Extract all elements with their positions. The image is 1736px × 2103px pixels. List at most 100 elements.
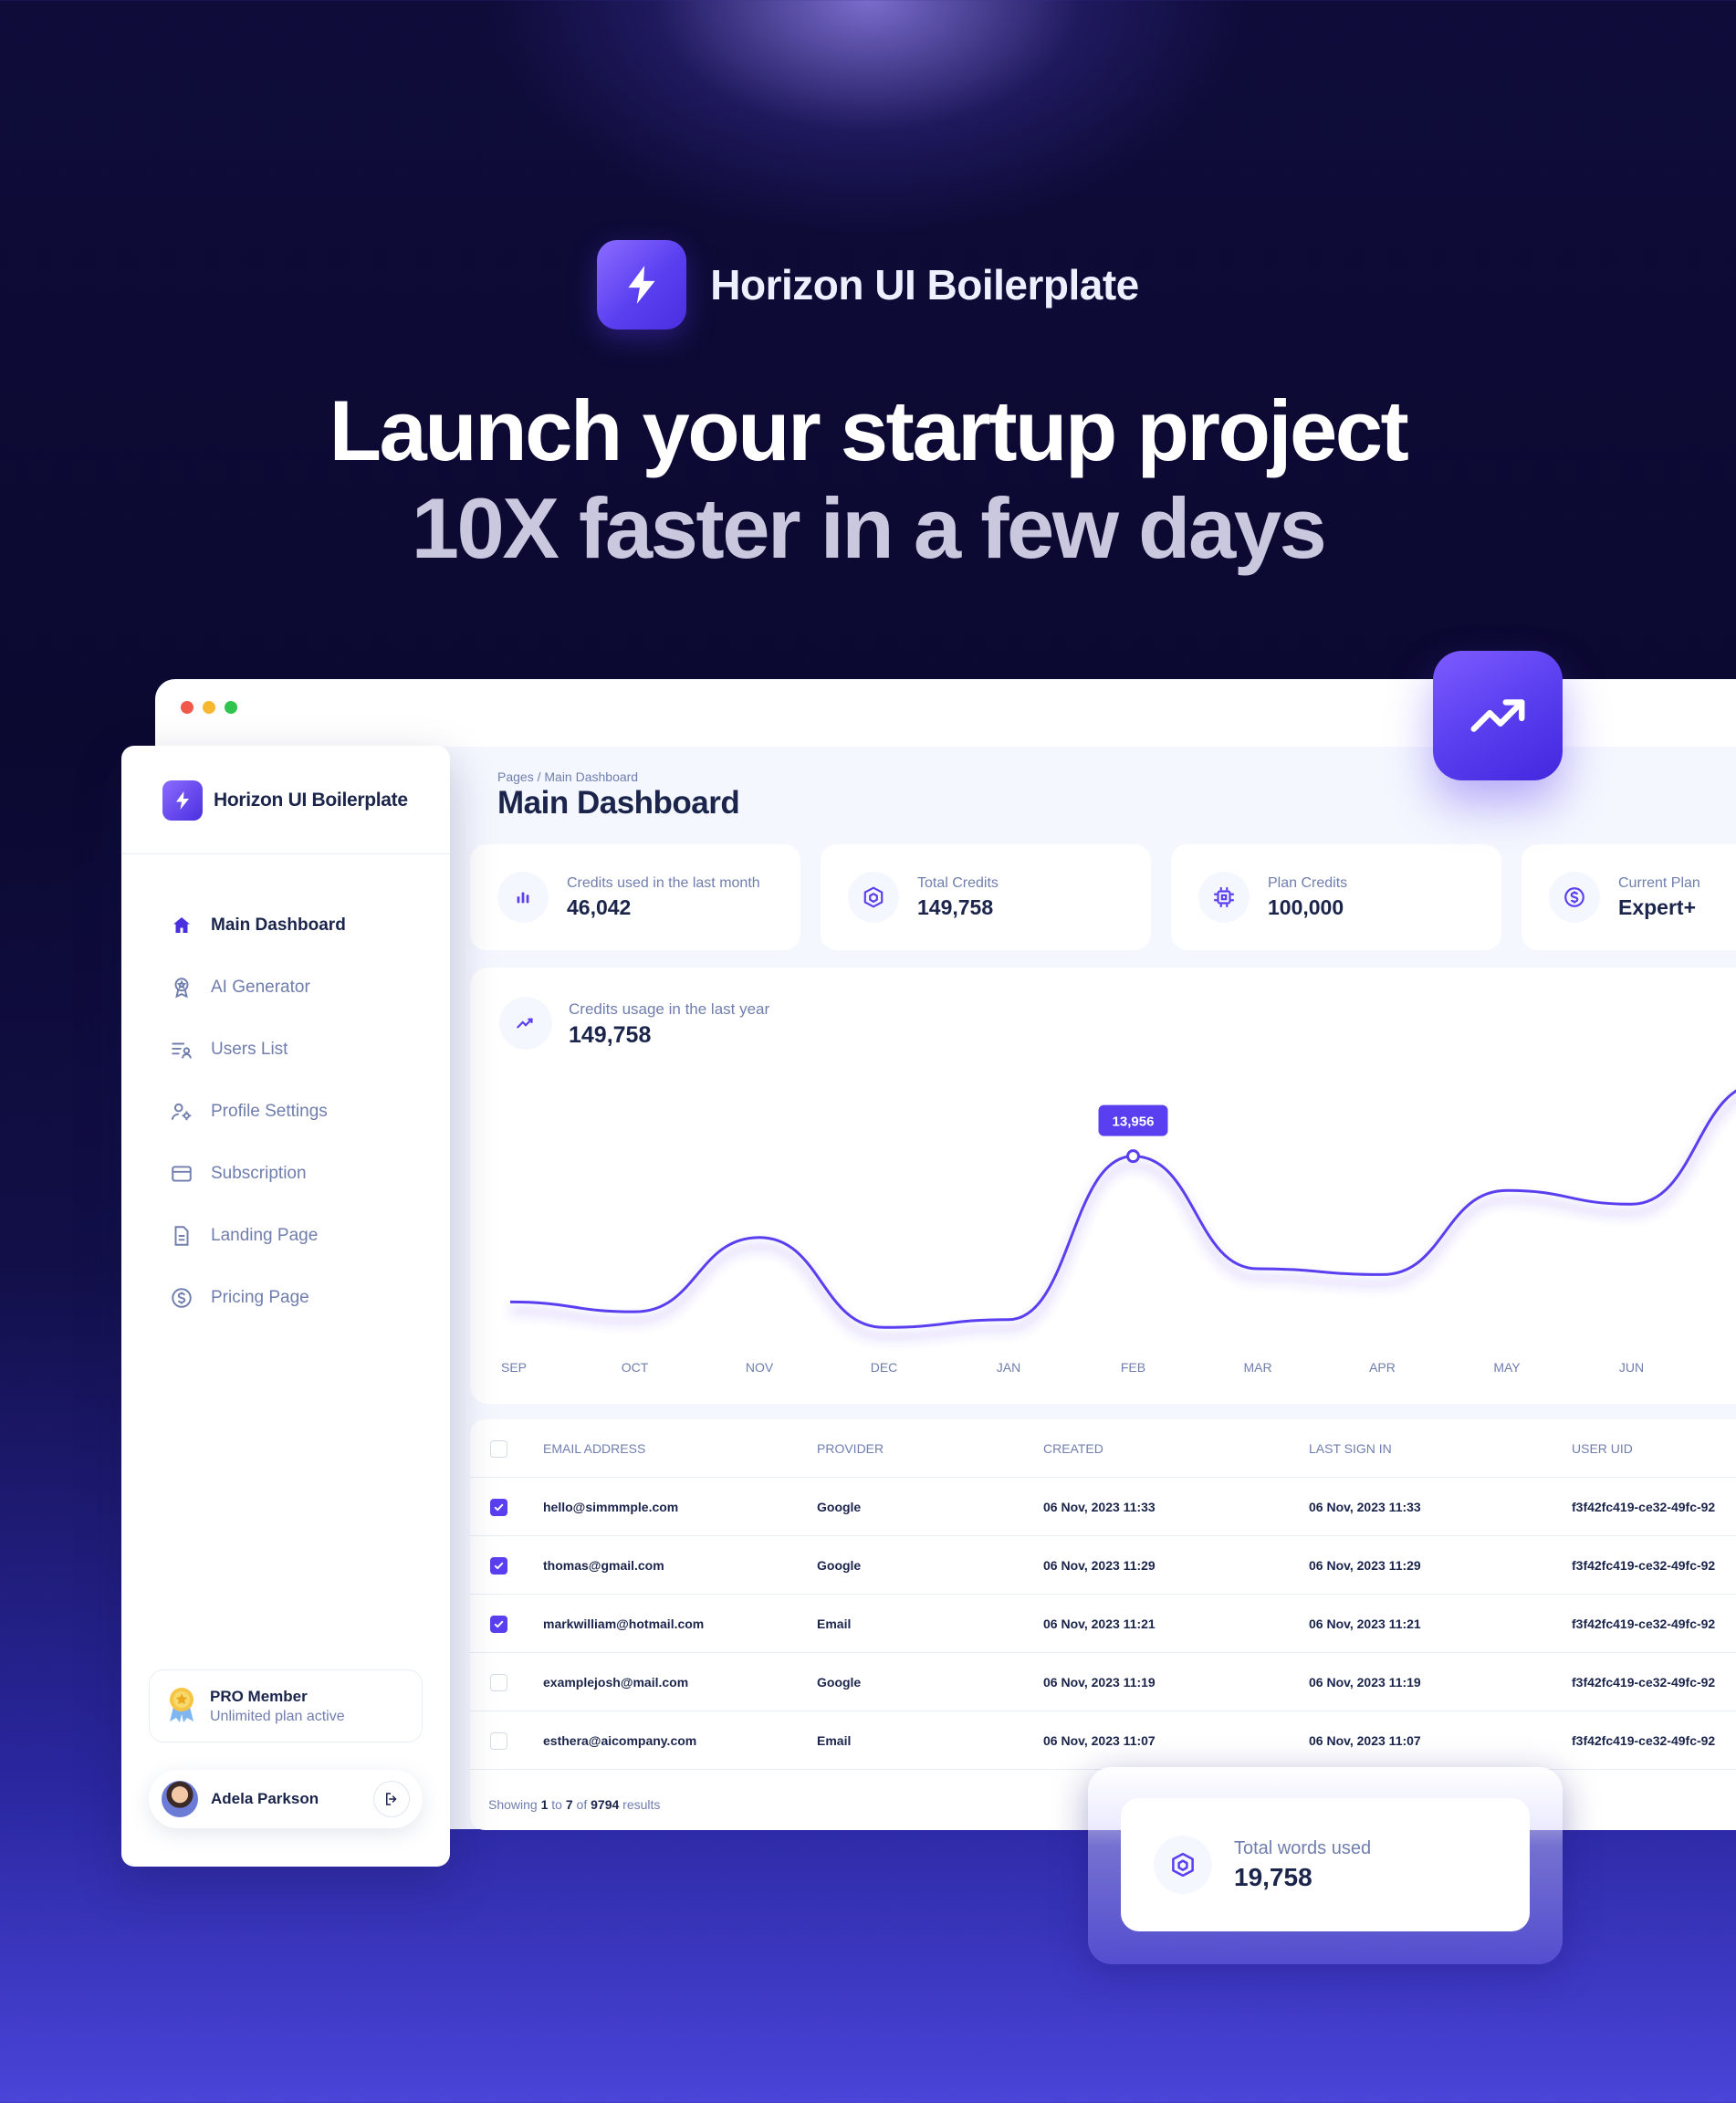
cell-created: 06 Nov, 2023 11:07: [1043, 1733, 1156, 1748]
bar-chart-icon: [497, 872, 549, 923]
column-header-created[interactable]: CREATED: [1043, 1419, 1103, 1478]
highlight-point[interactable]: [1126, 1149, 1140, 1164]
cell-last: 06 Nov, 2023 11:33: [1309, 1500, 1421, 1514]
select-all-checkbox[interactable]: [490, 1440, 507, 1458]
stat-value: 46,042: [567, 895, 632, 919]
sidebar-item-ai-generator[interactable]: AI Generator: [169, 957, 346, 1019]
column-header-user-uid[interactable]: USER UID: [1572, 1419, 1633, 1478]
column-header-last-sign-in[interactable]: LAST SIGN IN: [1309, 1419, 1392, 1478]
showing-total: 9794: [591, 1797, 620, 1812]
sidebar-item-label: Pricing Page: [211, 1288, 309, 1307]
check-icon: [494, 1562, 504, 1570]
cell-created: 06 Nov, 2023 11:29: [1043, 1558, 1156, 1573]
showing-to: 7: [565, 1797, 573, 1812]
list-icon: [169, 1037, 194, 1062]
user-profile-card[interactable]: Adela Parkson: [149, 1770, 423, 1828]
cell-provider: Google: [817, 1558, 862, 1573]
sidebar-item-pricing-page[interactable]: Pricing Page: [169, 1267, 346, 1329]
credits-usage-chart-card: Credits usage in the last year 149,758 S…: [470, 968, 1736, 1404]
table-row[interactable]: esthera@aicompany.com Email 06 Nov, 2023 1…: [470, 1711, 1736, 1770]
x-tick-label: APR: [1369, 1360, 1396, 1375]
breadcrumb[interactable]: Pages / Main Dashboard: [497, 769, 638, 784]
sidebar-item-main-dashboard[interactable]: Main Dashboard: [169, 895, 346, 957]
pro-member-card[interactable]: PRO Member Unlimited plan active: [149, 1669, 423, 1742]
cell-email: examplejosh@mail.com: [543, 1675, 689, 1690]
card-icon: [169, 1161, 194, 1187]
total-words-card: Total words used 19,758: [1121, 1798, 1530, 1931]
row-checkbox[interactable]: [490, 1732, 507, 1750]
close-dot-icon[interactable]: [181, 701, 193, 714]
cell-last: 06 Nov, 2023 11:21: [1309, 1616, 1421, 1631]
row-checkbox[interactable]: [490, 1616, 507, 1633]
column-header-email[interactable]: EMAIL ADDRESS: [543, 1419, 645, 1478]
stat-value: Expert+: [1618, 895, 1697, 919]
avatar[interactable]: [162, 1781, 198, 1817]
maximize-dot-icon[interactable]: [225, 701, 237, 714]
cube-icon: [1154, 1836, 1212, 1894]
hero-headline-line2: 10X faster in a few days: [411, 480, 1327, 576]
x-tick-label: JUN: [1619, 1360, 1644, 1375]
cell-uid: f3f42fc419-ce32-49fc-92: [1572, 1616, 1716, 1631]
window-controls: [181, 701, 237, 714]
user-gear-icon: [169, 1099, 194, 1125]
x-tick-label: DEC: [871, 1360, 898, 1375]
lightning-logo-icon: [597, 240, 687, 330]
trending-up-icon: [1433, 651, 1563, 780]
stat-card-credits-month: Credits used in the last month 46,042: [470, 844, 800, 950]
sidebar-divider: [121, 853, 450, 854]
row-checkbox[interactable]: [490, 1674, 507, 1691]
line-chart: SEP OCT NOV DEC JAN FEB MAR APR MAY JUN 13,956: [501, 1089, 1736, 1375]
table-row[interactable]: hello@simmmple.com Google 06 Nov, 2023 11:…: [470, 1478, 1736, 1536]
column-header-provider[interactable]: PROVIDER: [817, 1419, 884, 1478]
pagination-summary: Showing 1 to 7 of 9794 results: [488, 1797, 660, 1812]
stat-label: Credits used in the last month: [567, 874, 760, 891]
pro-title: PRO Member: [210, 1687, 308, 1705]
stat-label: Total Credits: [917, 874, 999, 891]
tooltip-value: 13,956: [1113, 1114, 1155, 1130]
showing-of-word: of: [576, 1797, 588, 1812]
sidebar-nav: Main Dashboard AI Generator Users List P…: [169, 895, 346, 1329]
sidebar-item-profile-settings[interactable]: Profile Settings: [169, 1081, 346, 1143]
x-tick-label: NOV: [746, 1360, 774, 1375]
cell-email: thomas@gmail.com: [543, 1558, 664, 1573]
cell-uid: f3f42fc419-ce32-49fc-92: [1572, 1675, 1716, 1690]
x-tick-label: FEB: [1121, 1360, 1145, 1375]
table-row[interactable]: thomas@gmail.com Google 06 Nov, 2023 11:29…: [470, 1536, 1736, 1595]
logout-icon[interactable]: [373, 1781, 410, 1817]
row-checkbox[interactable]: [490, 1557, 507, 1575]
cell-uid: f3f42fc419-ce32-49fc-92: [1572, 1733, 1716, 1748]
cell-last: 06 Nov, 2023 11:19: [1309, 1675, 1421, 1690]
row-checkbox[interactable]: [490, 1499, 507, 1516]
sidebar-item-landing-page[interactable]: Landing Page: [169, 1205, 346, 1267]
sidebar-item-label: AI Generator: [211, 978, 310, 997]
x-tick-label: SEP: [501, 1360, 527, 1375]
cell-last: 06 Nov, 2023 11:07: [1309, 1733, 1421, 1748]
chip-icon: [1198, 872, 1250, 923]
stat-value: 100,000: [1268, 895, 1344, 919]
cell-provider: Google: [817, 1500, 862, 1514]
total-words-card-frame: Total words used 19,758: [1088, 1767, 1563, 1964]
sidebar-item-users-list[interactable]: Users List: [169, 1019, 346, 1081]
sidebar-item-subscription[interactable]: Subscription: [169, 1143, 346, 1205]
table-header-row: EMAIL ADDRESS PROVIDER CREATED LAST SIGN…: [470, 1419, 1736, 1478]
stat-card-current-plan: Current Plan Expert+: [1522, 844, 1736, 950]
table-row[interactable]: markwilliam@hotmail.com Email 06 Nov, 2023…: [470, 1595, 1736, 1653]
minimize-dot-icon[interactable]: [203, 701, 215, 714]
showing-suffix: results: [622, 1797, 661, 1812]
sidebar-item-label: Landing Page: [211, 1226, 319, 1245]
cell-uid: f3f42fc419-ce32-49fc-92: [1572, 1500, 1716, 1514]
document-icon: [169, 1223, 194, 1249]
brand-title: Horizon UI Boilerplate: [710, 261, 1139, 309]
sidebar-item-label: Subscription: [211, 1164, 307, 1183]
table-row[interactable]: examplejosh@mail.com Google 06 Nov, 2023 1…: [470, 1653, 1736, 1711]
sidebar-brand[interactable]: Horizon UI Boilerplate: [162, 780, 408, 821]
home-icon: [169, 913, 194, 938]
hero-headline-line1: Launch your startup project: [329, 382, 1409, 478]
x-tick-label: MAY: [1493, 1360, 1521, 1375]
cell-email: markwilliam@hotmail.com: [543, 1616, 705, 1631]
cell-created: 06 Nov, 2023 11:21: [1043, 1616, 1156, 1631]
check-icon: [494, 1503, 504, 1512]
cell-provider: Email: [817, 1616, 852, 1631]
sidebar-item-label: Profile Settings: [211, 1102, 328, 1121]
cell-created: 06 Nov, 2023 11:33: [1043, 1500, 1156, 1514]
